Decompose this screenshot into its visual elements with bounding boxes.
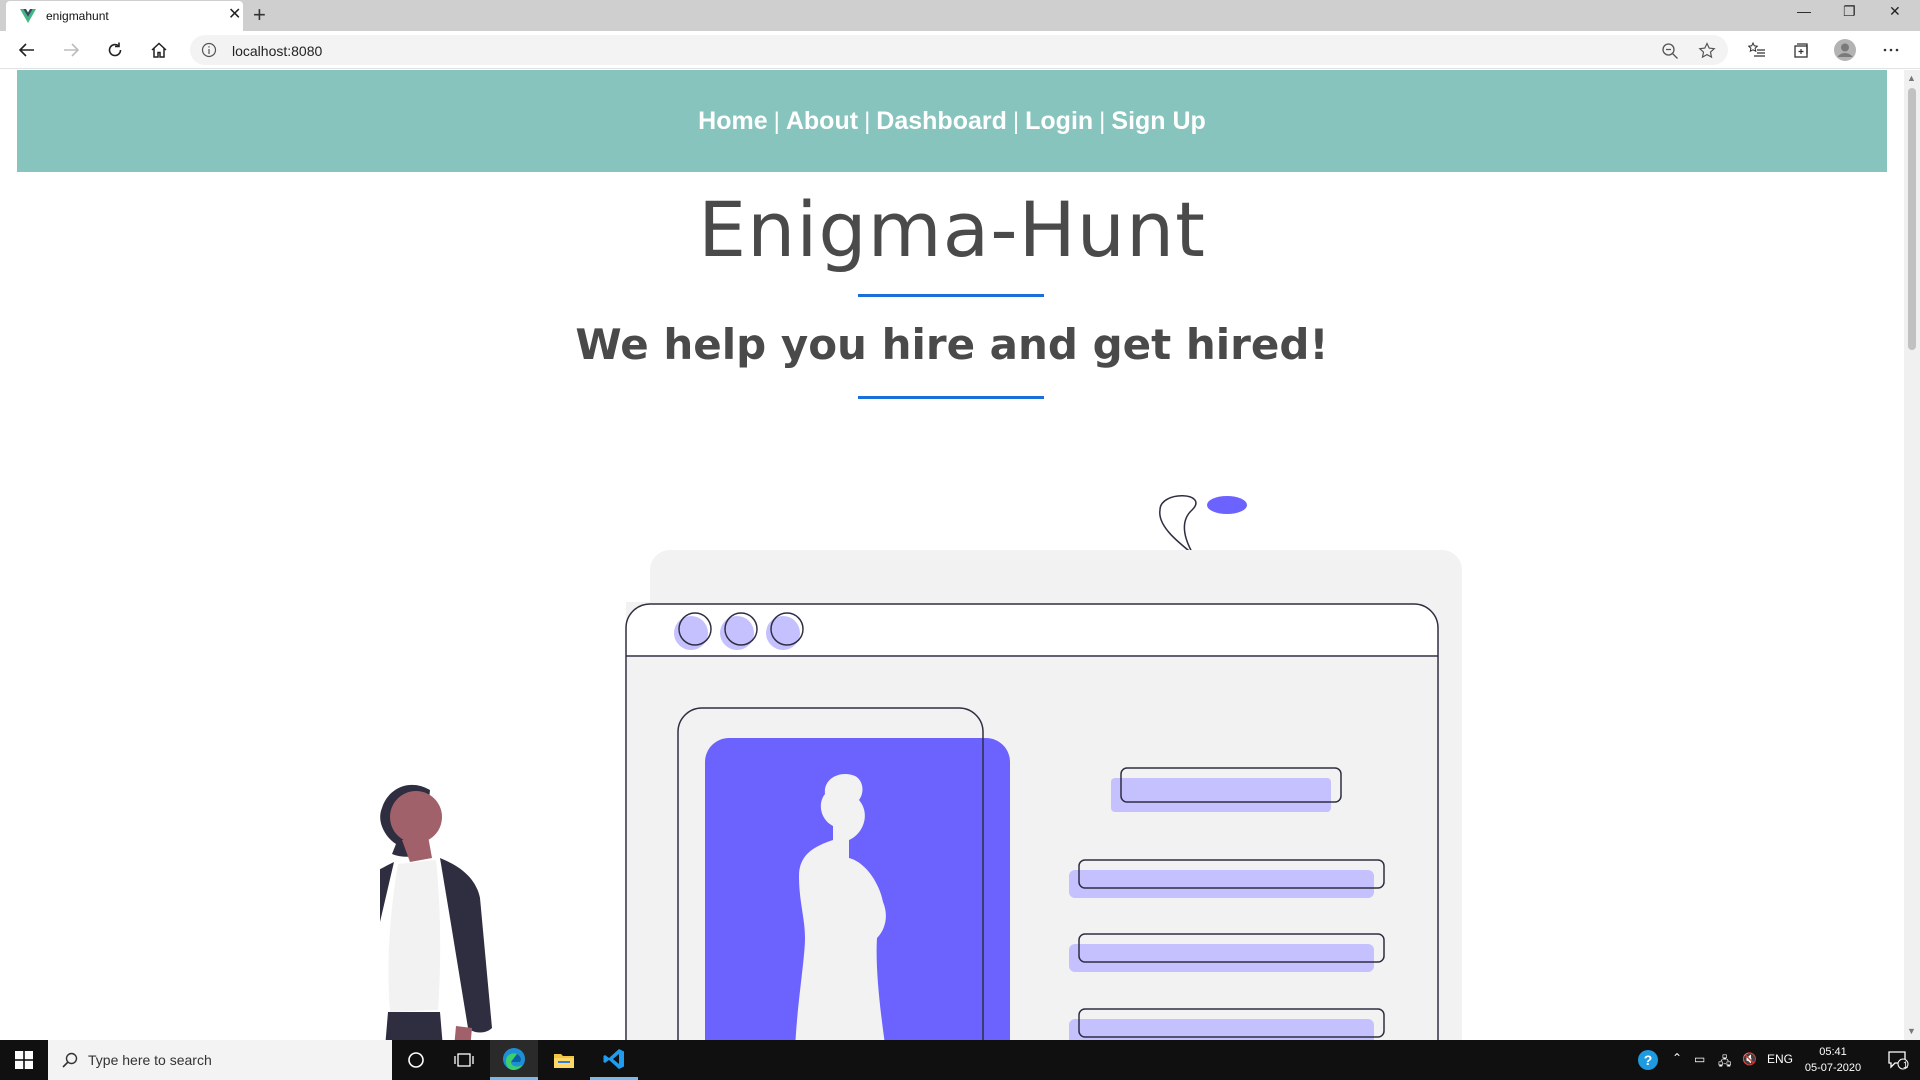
search-placeholder: Type here to search bbox=[88, 1052, 212, 1068]
refresh-icon[interactable] bbox=[104, 39, 126, 61]
nav-separator: | bbox=[773, 107, 780, 135]
nav-link-home[interactable]: Home bbox=[698, 107, 767, 135]
nav-link-about[interactable]: About bbox=[786, 107, 858, 135]
home-icon[interactable] bbox=[148, 39, 170, 61]
browser-tab[interactable]: enigmahunt ✕ bbox=[6, 1, 243, 31]
zoom-icon[interactable] bbox=[1661, 42, 1679, 60]
main-nav: Home | About | Dashboard | Login | Sign Up bbox=[698, 107, 1206, 136]
os-taskbar: Type here to search ? ⌃ ▭ 🖧 🔇 ENG 05:41 … bbox=[0, 1040, 1920, 1080]
page-title: Enigma-Hunt bbox=[698, 185, 1206, 274]
back-icon[interactable] bbox=[16, 39, 38, 61]
collections-icon[interactable] bbox=[1790, 39, 1812, 61]
forward-icon[interactable] bbox=[60, 39, 82, 61]
cortana-icon[interactable] bbox=[392, 1040, 440, 1080]
minimize-icon[interactable]: — bbox=[1797, 2, 1811, 20]
page-scrollbar[interactable]: ▲ ▼ bbox=[1904, 70, 1920, 1040]
clock-time: 05:41 bbox=[1819, 1046, 1847, 1058]
nav-separator: | bbox=[864, 107, 871, 135]
tab-title: enigmahunt bbox=[46, 9, 109, 23]
vue-favicon-icon bbox=[20, 9, 36, 23]
taskbar-clock[interactable]: 05:41 05-07-2020 bbox=[1794, 1044, 1872, 1076]
nav-separator: | bbox=[1099, 107, 1106, 135]
scroll-up-icon[interactable]: ▲ bbox=[1907, 73, 1916, 83]
scroll-thumb[interactable] bbox=[1908, 88, 1916, 350]
subtitle-divider bbox=[858, 396, 1044, 399]
tray-chevron-icon[interactable]: ⌃ bbox=[1672, 1051, 1682, 1065]
tab-close-icon[interactable]: ✕ bbox=[228, 6, 241, 24]
hiring-illustration bbox=[380, 495, 1462, 1040]
restore-icon[interactable]: ❐ bbox=[1843, 2, 1856, 20]
file-explorer-icon[interactable] bbox=[540, 1040, 588, 1080]
page-viewport: Home | About | Dashboard | Login | Sign Up Enigm… bbox=[0, 70, 1904, 1040]
notification-count: 1 bbox=[1903, 1060, 1909, 1070]
notification-center-icon[interactable]: 1 bbox=[1876, 1040, 1920, 1080]
browser-toolbar: localhost:8080 bbox=[0, 31, 1920, 69]
favorites-icon[interactable] bbox=[1746, 39, 1768, 61]
search-icon bbox=[62, 1052, 78, 1068]
nav-separator: | bbox=[1012, 107, 1020, 135]
scroll-down-icon[interactable]: ▼ bbox=[1907, 1026, 1916, 1036]
tab-bar: enigmahunt ✕ + — ❐ ✕ bbox=[0, 0, 1920, 31]
page-subtitle: We help you hire and get hired! bbox=[575, 320, 1329, 369]
new-tab-plus-icon[interactable]: + bbox=[253, 2, 266, 28]
taskbar-search-input[interactable]: Type here to search bbox=[48, 1040, 392, 1080]
nav-link-signup[interactable]: Sign Up bbox=[1111, 107, 1205, 135]
help-icon[interactable]: ? bbox=[1626, 1040, 1670, 1080]
site-header: Home | About | Dashboard | Login | Sign Up bbox=[17, 70, 1887, 172]
person-figure bbox=[380, 784, 492, 1040]
edge-browser-icon[interactable] bbox=[490, 1040, 538, 1080]
address-bar[interactable]: localhost:8080 bbox=[190, 35, 1728, 65]
battery-icon[interactable]: ▭ bbox=[1694, 1052, 1705, 1066]
vscode-icon[interactable] bbox=[590, 1040, 638, 1080]
nav-link-dashboard[interactable]: Dashboard bbox=[876, 107, 1007, 135]
volume-muted-icon[interactable]: 🔇 bbox=[1742, 1052, 1757, 1066]
more-icon[interactable] bbox=[1880, 39, 1902, 61]
network-icon[interactable]: 🖧 bbox=[1718, 1052, 1731, 1073]
windows-start-icon[interactable] bbox=[0, 1040, 48, 1080]
nav-link-login[interactable]: Login bbox=[1025, 107, 1093, 135]
language-indicator[interactable]: ENG bbox=[1767, 1052, 1793, 1066]
info-icon[interactable] bbox=[201, 42, 217, 58]
title-divider bbox=[858, 294, 1044, 297]
clock-date: 05-07-2020 bbox=[1804, 1062, 1862, 1074]
window-close-icon[interactable]: ✕ bbox=[1889, 2, 1901, 20]
url-text: localhost:8080 bbox=[232, 43, 323, 59]
task-view-icon[interactable] bbox=[440, 1040, 488, 1080]
svg-text:?: ? bbox=[1644, 1052, 1653, 1068]
profile-icon[interactable] bbox=[1834, 39, 1856, 61]
star-icon[interactable] bbox=[1698, 42, 1716, 60]
